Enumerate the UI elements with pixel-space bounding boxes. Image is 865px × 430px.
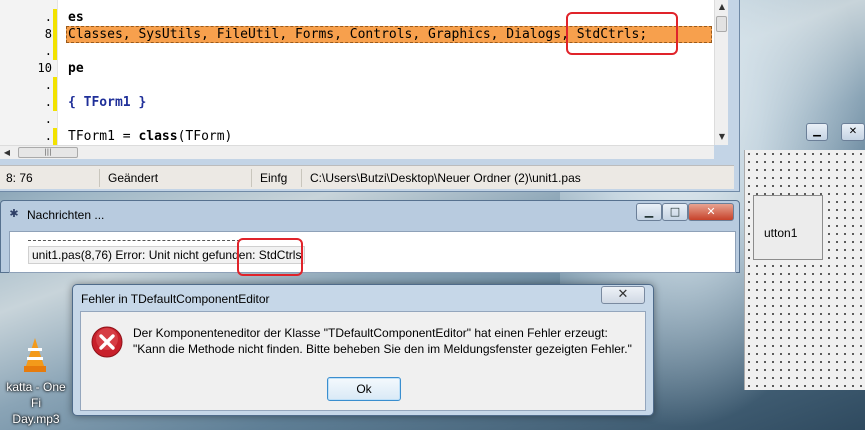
change-marker (53, 94, 57, 111)
dialog-message-line2: "Kann die Methode nicht finden. Bitte be… (133, 342, 632, 356)
horizontal-scrollbar[interactable]: ◀ ||| (0, 145, 714, 159)
form-button-component[interactable]: utton1 (753, 195, 823, 260)
editor-status-bar: 8: 76 Geändert Einfg C:\Users\Butzi\Desk… (0, 165, 734, 189)
scroll-down-arrow-icon[interactable]: ▼ (715, 130, 729, 144)
code-token: (TForm) (177, 129, 233, 144)
annotation-stdctrls-editor (566, 12, 678, 55)
code-token: TForm1 = (68, 129, 139, 144)
status-file-path: C:\Users\Butzi\Desktop\Neuer Ordner (2)\… (310, 171, 581, 185)
line-number: 8 (44, 27, 52, 41)
vertical-scrollbar[interactable]: ▲ ▼ (714, 0, 728, 145)
annotation-stdctrls-message (237, 238, 303, 276)
close-icon[interactable]: ✕ (688, 203, 734, 221)
ok-button[interactable]: Ok (327, 377, 401, 401)
change-marker (53, 9, 57, 26)
status-insert-mode: Einfg (254, 169, 302, 187)
code-line[interactable]: es (68, 9, 84, 26)
line-number: . (44, 10, 52, 24)
line-number: . (44, 78, 52, 92)
code-keyword: class (138, 129, 178, 144)
vlc-cone-icon[interactable] (24, 338, 46, 374)
change-marker (53, 77, 57, 94)
status-modified: Geändert (102, 169, 252, 187)
line-number: . (44, 129, 52, 143)
change-marker (53, 43, 57, 60)
scroll-left-arrow-icon[interactable]: ◀ (0, 146, 14, 160)
code-line[interactable]: TForm1 = class(TForm) (68, 128, 232, 145)
minimize-icon[interactable]: ▁ (636, 203, 662, 221)
dialog-title: Fehler in TDefaultComponentEditor (81, 292, 270, 306)
error-dialog: Fehler in TDefaultComponentEditor ✕ Der … (72, 284, 654, 416)
code-line[interactable]: { TForm1 } (68, 94, 146, 111)
close-icon[interactable]: ✕ (601, 286, 645, 304)
desktop-icon-label[interactable]: katta - One Fi Day.mp3 (0, 379, 72, 427)
line-number: . (44, 112, 52, 126)
change-marker (53, 26, 57, 43)
line-number: . (44, 95, 52, 109)
code-line[interactable]: Classes, SysUtils, FileUtil, Forms, Cont… (68, 26, 647, 43)
horizontal-scroll-thumb[interactable]: ||| (18, 147, 78, 158)
line-number: . (44, 44, 52, 58)
desktop-icon-label-line2: Day.mp3 (12, 412, 60, 426)
desktop-icon-label-line1: katta - One Fi (6, 380, 66, 410)
change-marker (53, 128, 57, 145)
form-designer-grid[interactable] (744, 150, 865, 390)
messages-separator (28, 240, 240, 241)
error-icon (91, 326, 123, 358)
vertical-scroll-thumb[interactable] (716, 16, 727, 32)
dialog-message-line1: Der Komponenteneditor der Klasse "TDefau… (133, 326, 608, 340)
maximize-icon[interactable]: □ (662, 203, 688, 221)
code-line[interactable]: pe (68, 60, 84, 77)
close-icon[interactable]: ✕ (841, 123, 865, 141)
minimize-icon[interactable]: ▁ (806, 123, 828, 141)
messages-list[interactable]: unit1.pas(8,76) Error: Unit nicht gefund… (9, 231, 736, 273)
lazarus-icon: ✱ (9, 207, 19, 220)
status-cursor-position: 8: 76 (0, 169, 100, 187)
messages-window: ✱ Nachrichten ... ▁ □ ✕ unit1.pas(8,76) … (0, 200, 740, 273)
messages-window-title: Nachrichten ... (27, 208, 105, 222)
form-button-label: utton1 (764, 226, 798, 240)
dialog-body: Der Komponenteneditor der Klasse "TDefau… (80, 311, 646, 411)
scroll-up-arrow-icon[interactable]: ▲ (715, 0, 729, 14)
line-number: 10 (37, 61, 52, 75)
